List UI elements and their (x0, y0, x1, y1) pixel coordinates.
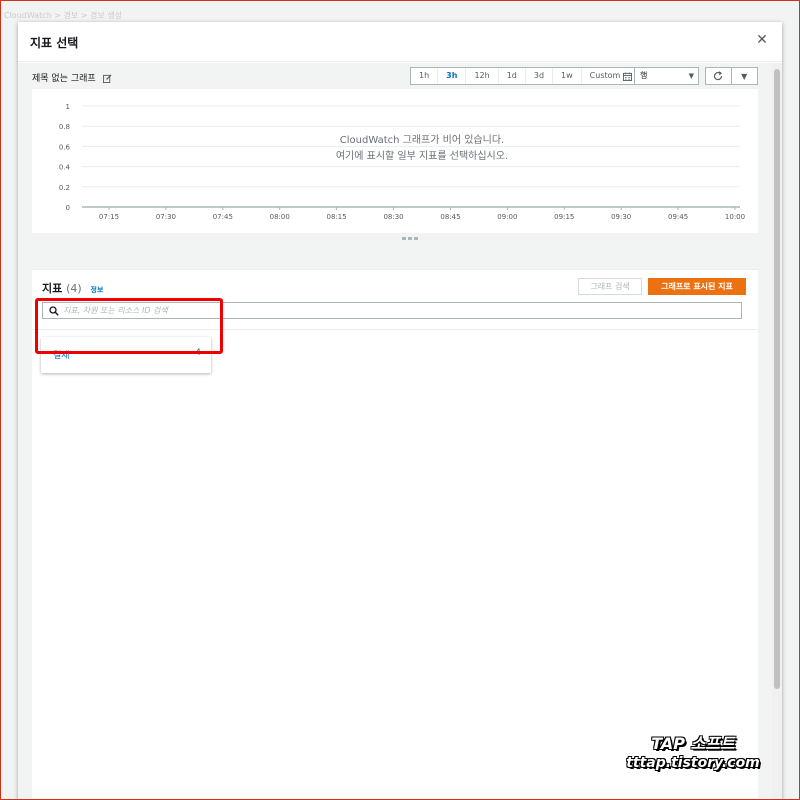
time-range-label: 1h (419, 71, 430, 80)
y-tick-label: 0.6 (59, 143, 71, 151)
calendar-icon (623, 71, 633, 81)
graph-search-button[interactable]: 그래프 검색 (578, 278, 642, 295)
graph-panel: 제목 없는 그래프 1h 3h 12h 1d 3d 1w Custom 행 ▼ (32, 63, 758, 253)
metrics-count: (4) (66, 282, 82, 295)
time-range-12h[interactable]: 12h (466, 68, 499, 84)
metrics-title: 지표 (4) 정보 (42, 280, 103, 296)
modal-title: 지표 선택 (30, 36, 79, 50)
handle-dot (414, 237, 418, 240)
namespace-count: 4 (195, 348, 201, 358)
handle-dot (408, 237, 412, 240)
caret-down-icon: ▼ (688, 72, 694, 80)
modal-scrollbar[interactable] (772, 63, 782, 800)
graph-type-value: 행 (640, 71, 648, 80)
time-range-3d[interactable]: 3d (526, 68, 554, 84)
namespace-card-billing[interactable]: 결제 4 (41, 337, 211, 373)
watermark-line2: tttap.tistory.com (626, 755, 760, 771)
namespace-name: 결제 (53, 351, 70, 361)
x-tick-label: 08:15 (327, 213, 347, 221)
search-icon (49, 306, 59, 316)
time-range-1d[interactable]: 1d (499, 68, 526, 84)
time-range-label: 3d (533, 71, 545, 80)
time-range-label: 3h (446, 71, 458, 80)
y-tick-label: 0.4 (59, 164, 71, 172)
scrollbar-thumb[interactable] (774, 69, 780, 689)
x-tick-label: 08:30 (383, 213, 403, 221)
empty-graph-message: CloudWatch 그래프가 비어 있습니다. 여기에 표시할 일부 지표를 … (252, 133, 592, 165)
y-tick-label: 0.2 (59, 184, 70, 192)
graph-type-select[interactable]: 행 ▼ (634, 67, 699, 85)
refresh-icon (714, 71, 723, 81)
time-range-1h[interactable]: 1h (411, 68, 439, 84)
x-tick-label: 07:30 (156, 213, 176, 221)
x-tick-label: 08:00 (270, 213, 290, 221)
metric-search-input[interactable] (63, 304, 733, 317)
background-breadcrumb: CloudWatch > 경보 > 경보 생성 (4, 11, 123, 20)
modal-body: 제목 없는 그래프 1h 3h 12h 1d 3d 1w Custom 행 ▼ (18, 63, 782, 800)
graph-title-text: 제목 없는 그래프 (32, 74, 96, 84)
x-tick-label: 09:45 (668, 213, 688, 221)
x-tick-label: 07:15 (99, 213, 119, 221)
watermark: TAP 소프트 tttap.tistory.com (608, 734, 778, 772)
empty-message-line2: 여기에 표시할 일부 지표를 선택하십시오. (335, 151, 509, 162)
y-tick-label: 0 (66, 204, 70, 212)
x-tick-label: 09:30 (611, 213, 631, 221)
time-range-1w[interactable]: 1w (553, 68, 582, 84)
y-tick-label: 0.8 (59, 123, 70, 131)
x-tick-label: 10:00 (725, 213, 745, 221)
empty-message-line1: CloudWatch 그래프가 비어 있습니다. (339, 135, 505, 146)
handle-dot (402, 237, 406, 240)
metric-search-box (42, 302, 742, 319)
y-tick-label: 1 (66, 103, 70, 111)
info-link[interactable]: 정보 (91, 286, 104, 294)
caret-down-icon: ▼ (741, 71, 748, 81)
time-range-label: Custom (589, 71, 621, 80)
resize-handle[interactable] (402, 237, 418, 241)
graph-title[interactable]: 제목 없는 그래프 (32, 71, 112, 84)
time-range-3h[interactable]: 3h (438, 68, 467, 84)
refresh-options-button[interactable]: ▼ (732, 68, 757, 84)
metrics-header: 지표 (4) 정보 그래프 검색 그래프로 표시된 지표 (32, 270, 758, 330)
chart-area: 1 0.8 0.6 0.4 0.2 0 07:15 07:30 07:45 08:00 08:15 0… (32, 89, 758, 233)
metrics-panel: 지표 (4) 정보 그래프 검색 그래프로 표시된 지표 결제 4 (32, 269, 758, 800)
watermark-line1: TAP 소프트 (651, 734, 735, 753)
x-tick-label: 07:45 (213, 213, 233, 221)
time-range-label: 12h (474, 71, 490, 80)
refresh-button[interactable] (706, 68, 732, 84)
refresh-group: ▼ (705, 67, 758, 85)
modal-header: 지표 선택 ✕ (18, 22, 782, 62)
select-metric-modal: 지표 선택 ✕ 제목 없는 그래프 1h 3h 12h 1d 3d 1w Custom 행 … (18, 22, 782, 800)
edit-icon[interactable] (102, 74, 112, 83)
time-range-custom[interactable]: Custom (582, 68, 641, 84)
metrics-title-text: 지표 (42, 282, 63, 295)
time-range-label: 1d (506, 71, 517, 80)
time-range-label: 1w (561, 71, 573, 80)
x-tick-label: 08:45 (440, 213, 460, 221)
graphed-metrics-button[interactable]: 그래프로 표시된 지표 (648, 278, 746, 295)
x-tick-label: 09:00 (497, 213, 517, 221)
x-tick-label: 09:15 (554, 213, 574, 221)
close-icon[interactable]: ✕ (754, 32, 770, 48)
time-range-group: 1h 3h 12h 1d 3d 1w Custom (410, 67, 642, 85)
